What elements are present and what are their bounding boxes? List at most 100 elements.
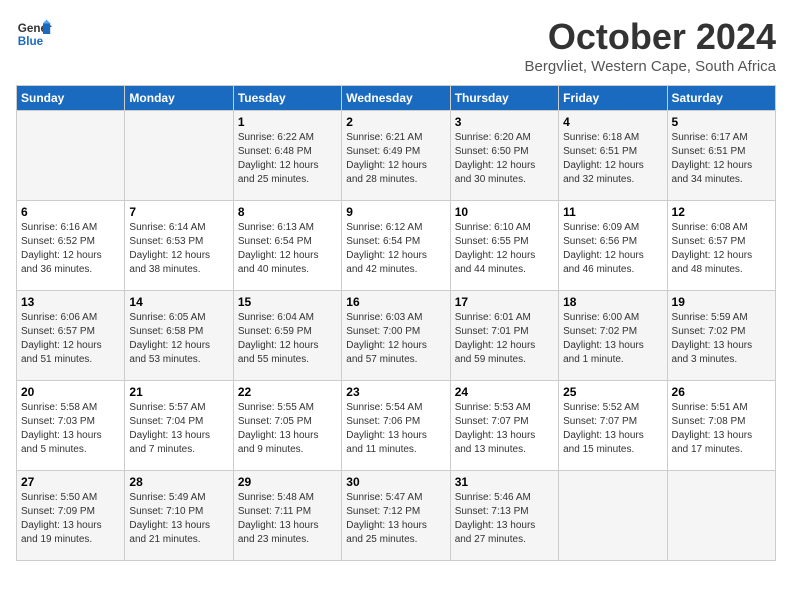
calendar-cell: 1 Sunrise: 6:22 AM Sunset: 6:48 PM Daylig…: [233, 111, 341, 201]
day-number: 11: [563, 205, 662, 219]
day-number: 18: [563, 295, 662, 309]
weekday-header-friday: Friday: [559, 86, 667, 111]
calendar-cell: 15 Sunrise: 6:04 AM Sunset: 6:59 PM Dayli…: [233, 291, 341, 381]
day-number: 21: [129, 385, 228, 399]
cell-content: Sunrise: 6:09 AM Sunset: 6:56 PM Dayligh…: [563, 221, 662, 277]
week-row-3: 13Sunrise: 6:06 AM Sunset: 6:57 PM Dayli…: [17, 291, 776, 381]
cell-content: Sunrise: 6:14 AM Sunset: 6:53 PM Dayligh…: [129, 221, 228, 277]
cell-content: Sunrise: 6:18 AM Sunset: 6:51 PM Dayligh…: [563, 131, 662, 187]
page-header: General Blue October 2024 Bergvliet, Wes…: [16, 16, 776, 75]
cell-content: Sunrise: 6:01 AM Sunset: 7:01 PM Dayligh…: [455, 311, 554, 367]
day-number: 9: [346, 205, 445, 219]
cell-content: Sunrise: 5:58 AM Sunset: 7:03 PM Dayligh…: [21, 401, 120, 457]
cell-content: Sunrise: 5:59 AM Sunset: 7:02 PM Dayligh…: [672, 311, 771, 367]
weekday-header-wednesday: Wednesday: [342, 86, 450, 111]
cell-content: Sunrise: 6:12 AM Sunset: 6:54 PM Dayligh…: [346, 221, 445, 277]
calendar-cell: 11 Sunrise: 6:09 AM Sunset: 6:56 PM Dayli…: [559, 201, 667, 291]
calendar-cell: 25Sunrise: 5:52 AM Sunset: 7:07 PM Dayli…: [559, 381, 667, 471]
calendar-cell: 22 Sunrise: 5:55 AM Sunset: 7:05 PM Dayli…: [233, 381, 341, 471]
day-number: 8: [238, 205, 337, 219]
day-number: 5: [672, 115, 771, 129]
cell-content: Sunrise: 5:57 AM Sunset: 7:04 PM Dayligh…: [129, 401, 228, 457]
cell-content: Sunrise: 5:50 AM Sunset: 7:09 PM Dayligh…: [21, 491, 120, 547]
cell-content: Sunrise: 6:13 AM Sunset: 6:54 PM Dayligh…: [238, 221, 337, 277]
cell-content: Sunrise: 6:10 AM Sunset: 6:55 PM Dayligh…: [455, 221, 554, 277]
day-number: 22: [238, 385, 337, 399]
day-number: 29: [238, 475, 337, 489]
day-number: 20: [21, 385, 120, 399]
calendar-cell: 27 Sunrise: 5:50 AM Sunset: 7:09 PM Dayli…: [17, 471, 125, 561]
svg-text:Blue: Blue: [18, 35, 44, 48]
calendar-cell: 18 Sunrise: 6:00 AM Sunset: 7:02 PM Dayli…: [559, 291, 667, 381]
calendar-cell: 20 Sunrise: 5:58 AM Sunset: 7:03 PM Dayli…: [17, 381, 125, 471]
calendar-cell: 10Sunrise: 6:10 AM Sunset: 6:55 PM Dayli…: [450, 201, 558, 291]
calendar-cell: 26 Sunrise: 5:51 AM Sunset: 7:08 PM Dayli…: [667, 381, 775, 471]
cell-content: Sunrise: 5:48 AM Sunset: 7:11 PM Dayligh…: [238, 491, 337, 547]
day-number: 17: [455, 295, 554, 309]
cell-content: Sunrise: 6:21 AM Sunset: 6:49 PM Dayligh…: [346, 131, 445, 187]
week-row-1: 1 Sunrise: 6:22 AM Sunset: 6:48 PM Daylig…: [17, 111, 776, 201]
weekday-header-saturday: Saturday: [667, 86, 775, 111]
day-number: 27: [21, 475, 120, 489]
cell-content: Sunrise: 6:00 AM Sunset: 7:02 PM Dayligh…: [563, 311, 662, 367]
day-number: 16: [346, 295, 445, 309]
cell-content: Sunrise: 6:08 AM Sunset: 6:57 PM Dayligh…: [672, 221, 771, 277]
day-number: 7: [129, 205, 228, 219]
day-number: 1: [238, 115, 337, 129]
calendar-cell: 16 Sunrise: 6:03 AM Sunset: 7:00 PM Dayli…: [342, 291, 450, 381]
month-title: October 2024: [524, 16, 776, 58]
cell-content: Sunrise: 6:16 AM Sunset: 6:52 PM Dayligh…: [21, 221, 120, 277]
day-number: 31: [455, 475, 554, 489]
cell-content: Sunrise: 6:17 AM Sunset: 6:51 PM Dayligh…: [672, 131, 771, 187]
calendar-cell: 7 Sunrise: 6:14 AM Sunset: 6:53 PM Daylig…: [125, 201, 233, 291]
cell-content: Sunrise: 5:47 AM Sunset: 7:12 PM Dayligh…: [346, 491, 445, 547]
cell-content: Sunrise: 6:04 AM Sunset: 6:59 PM Dayligh…: [238, 311, 337, 367]
weekday-header-row: SundayMondayTuesdayWednesdayThursdayFrid…: [17, 86, 776, 111]
calendar-cell: 19 Sunrise: 5:59 AM Sunset: 7:02 PM Dayli…: [667, 291, 775, 381]
day-number: 3: [455, 115, 554, 129]
calendar-cell: 9 Sunrise: 6:12 AM Sunset: 6:54 PM Daylig…: [342, 201, 450, 291]
calendar-cell: [667, 471, 775, 561]
calendar-cell: 30 Sunrise: 5:47 AM Sunset: 7:12 PM Dayli…: [342, 471, 450, 561]
week-row-5: 27 Sunrise: 5:50 AM Sunset: 7:09 PM Dayli…: [17, 471, 776, 561]
cell-content: Sunrise: 5:54 AM Sunset: 7:06 PM Dayligh…: [346, 401, 445, 457]
calendar-cell: 12Sunrise: 6:08 AM Sunset: 6:57 PM Dayli…: [667, 201, 775, 291]
calendar-cell: 29 Sunrise: 5:48 AM Sunset: 7:11 PM Dayli…: [233, 471, 341, 561]
cell-content: Sunrise: 6:03 AM Sunset: 7:00 PM Dayligh…: [346, 311, 445, 367]
title-block: October 2024 Bergvliet, Western Cape, So…: [524, 16, 776, 75]
day-number: 6: [21, 205, 120, 219]
day-number: 23: [346, 385, 445, 399]
day-number: 14: [129, 295, 228, 309]
cell-content: Sunrise: 5:55 AM Sunset: 7:05 PM Dayligh…: [238, 401, 337, 457]
logo-icon: General Blue: [16, 16, 52, 52]
location: Bergvliet, Western Cape, South Africa: [524, 58, 776, 75]
day-number: 28: [129, 475, 228, 489]
day-number: 30: [346, 475, 445, 489]
calendar-cell: 24 Sunrise: 5:53 AM Sunset: 7:07 PM Dayli…: [450, 381, 558, 471]
day-number: 26: [672, 385, 771, 399]
cell-content: Sunrise: 5:53 AM Sunset: 7:07 PM Dayligh…: [455, 401, 554, 457]
calendar-cell: 2Sunrise: 6:21 AM Sunset: 6:49 PM Daylig…: [342, 111, 450, 201]
cell-content: Sunrise: 5:52 AM Sunset: 7:07 PM Dayligh…: [563, 401, 662, 457]
calendar-cell: 21 Sunrise: 5:57 AM Sunset: 7:04 PM Dayli…: [125, 381, 233, 471]
day-number: 15: [238, 295, 337, 309]
cell-content: Sunrise: 6:20 AM Sunset: 6:50 PM Dayligh…: [455, 131, 554, 187]
week-row-4: 20 Sunrise: 5:58 AM Sunset: 7:03 PM Dayli…: [17, 381, 776, 471]
cell-content: Sunrise: 5:46 AM Sunset: 7:13 PM Dayligh…: [455, 491, 554, 547]
day-number: 19: [672, 295, 771, 309]
cell-content: Sunrise: 5:51 AM Sunset: 7:08 PM Dayligh…: [672, 401, 771, 457]
cell-content: Sunrise: 5:49 AM Sunset: 7:10 PM Dayligh…: [129, 491, 228, 547]
calendar-cell: 14 Sunrise: 6:05 AM Sunset: 6:58 PM Dayli…: [125, 291, 233, 381]
cell-content: Sunrise: 6:06 AM Sunset: 6:57 PM Dayligh…: [21, 311, 120, 367]
weekday-header-tuesday: Tuesday: [233, 86, 341, 111]
calendar-cell: [559, 471, 667, 561]
calendar-cell: 6 Sunrise: 6:16 AM Sunset: 6:52 PM Daylig…: [17, 201, 125, 291]
week-row-2: 6 Sunrise: 6:16 AM Sunset: 6:52 PM Daylig…: [17, 201, 776, 291]
cell-content: Sunrise: 6:05 AM Sunset: 6:58 PM Dayligh…: [129, 311, 228, 367]
calendar-table: SundayMondayTuesdayWednesdayThursdayFrid…: [16, 85, 776, 561]
calendar-cell: 23 Sunrise: 5:54 AM Sunset: 7:06 PM Dayli…: [342, 381, 450, 471]
calendar-cell: 3 Sunrise: 6:20 AM Sunset: 6:50 PM Daylig…: [450, 111, 558, 201]
cell-content: Sunrise: 6:22 AM Sunset: 6:48 PM Dayligh…: [238, 131, 337, 187]
logo: General Blue: [16, 16, 52, 52]
day-number: 24: [455, 385, 554, 399]
